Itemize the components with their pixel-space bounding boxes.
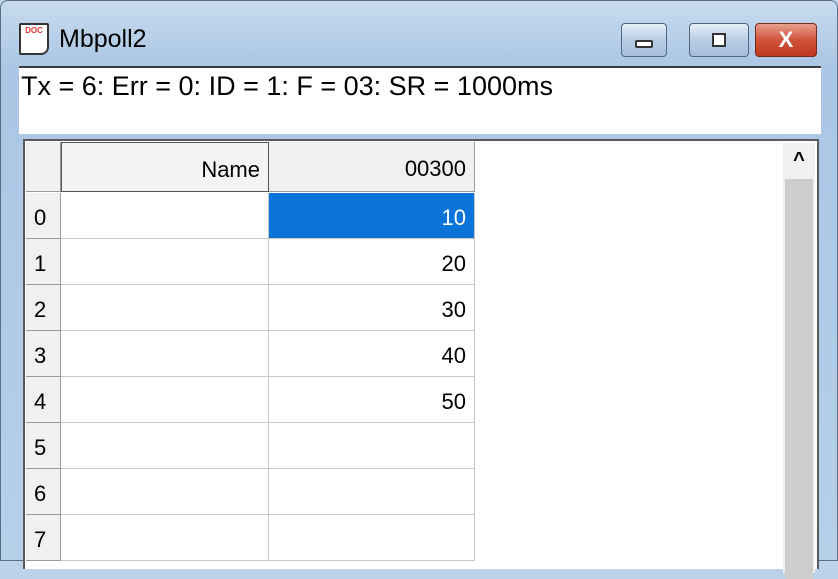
value-cell[interactable]: 20: [269, 239, 475, 285]
value-cell[interactable]: 30: [269, 285, 475, 331]
name-cell[interactable]: [61, 239, 269, 285]
row-header[interactable]: 0: [26, 193, 61, 239]
status-bar: Tx = 6: Err = 0: ID = 1: F = 03: SR = 10…: [19, 66, 821, 134]
close-button[interactable]: X: [755, 23, 817, 57]
register-grid: Name 00300 0 10 1 20 2 30 3 40 4 50 5 6 7 ^: [23, 139, 819, 579]
restore-button[interactable]: [689, 23, 749, 57]
minimize-icon: [635, 40, 653, 48]
row-header[interactable]: 6: [26, 469, 61, 515]
vertical-scrollbar[interactable]: ^: [783, 143, 815, 579]
doc-icon[interactable]: DOC: [19, 23, 49, 55]
row-header[interactable]: 2: [26, 285, 61, 331]
row-header[interactable]: 4: [26, 377, 61, 423]
value-cell[interactable]: [269, 515, 475, 561]
row-header[interactable]: 7: [26, 515, 61, 561]
value-cell[interactable]: 10: [269, 193, 475, 239]
corner-header[interactable]: [26, 142, 61, 192]
row-header[interactable]: 1: [26, 239, 61, 285]
name-cell[interactable]: [61, 469, 269, 515]
close-icon: X: [778, 27, 794, 52]
value-cell[interactable]: [269, 469, 475, 515]
status-text: Tx = 6: Err = 0: ID = 1: F = 03: SR = 10…: [21, 71, 553, 101]
name-cell[interactable]: [61, 193, 269, 239]
row-header[interactable]: 3: [26, 331, 61, 377]
value-cell[interactable]: [269, 423, 475, 469]
scroll-up-arrow-icon[interactable]: ^: [783, 143, 815, 177]
column-header-address[interactable]: 00300: [269, 142, 475, 192]
column-header-name[interactable]: Name: [61, 142, 269, 192]
value-cell[interactable]: 50: [269, 377, 475, 423]
minimize-button[interactable]: [621, 23, 667, 57]
row-header[interactable]: 5: [26, 423, 61, 469]
name-cell[interactable]: [61, 377, 269, 423]
mbpoll-window: DOC Mbpoll2 X Tx = 6: Err = 0: ID = 1: F…: [0, 0, 838, 579]
name-cell[interactable]: [61, 515, 269, 561]
window-title: Mbpoll2: [59, 25, 147, 53]
name-cell[interactable]: [61, 423, 269, 469]
name-cell[interactable]: [61, 285, 269, 331]
value-cell[interactable]: 40: [269, 331, 475, 377]
restore-icon: [712, 33, 726, 47]
scrollbar-track[interactable]: [785, 179, 813, 579]
name-cell[interactable]: [61, 331, 269, 377]
